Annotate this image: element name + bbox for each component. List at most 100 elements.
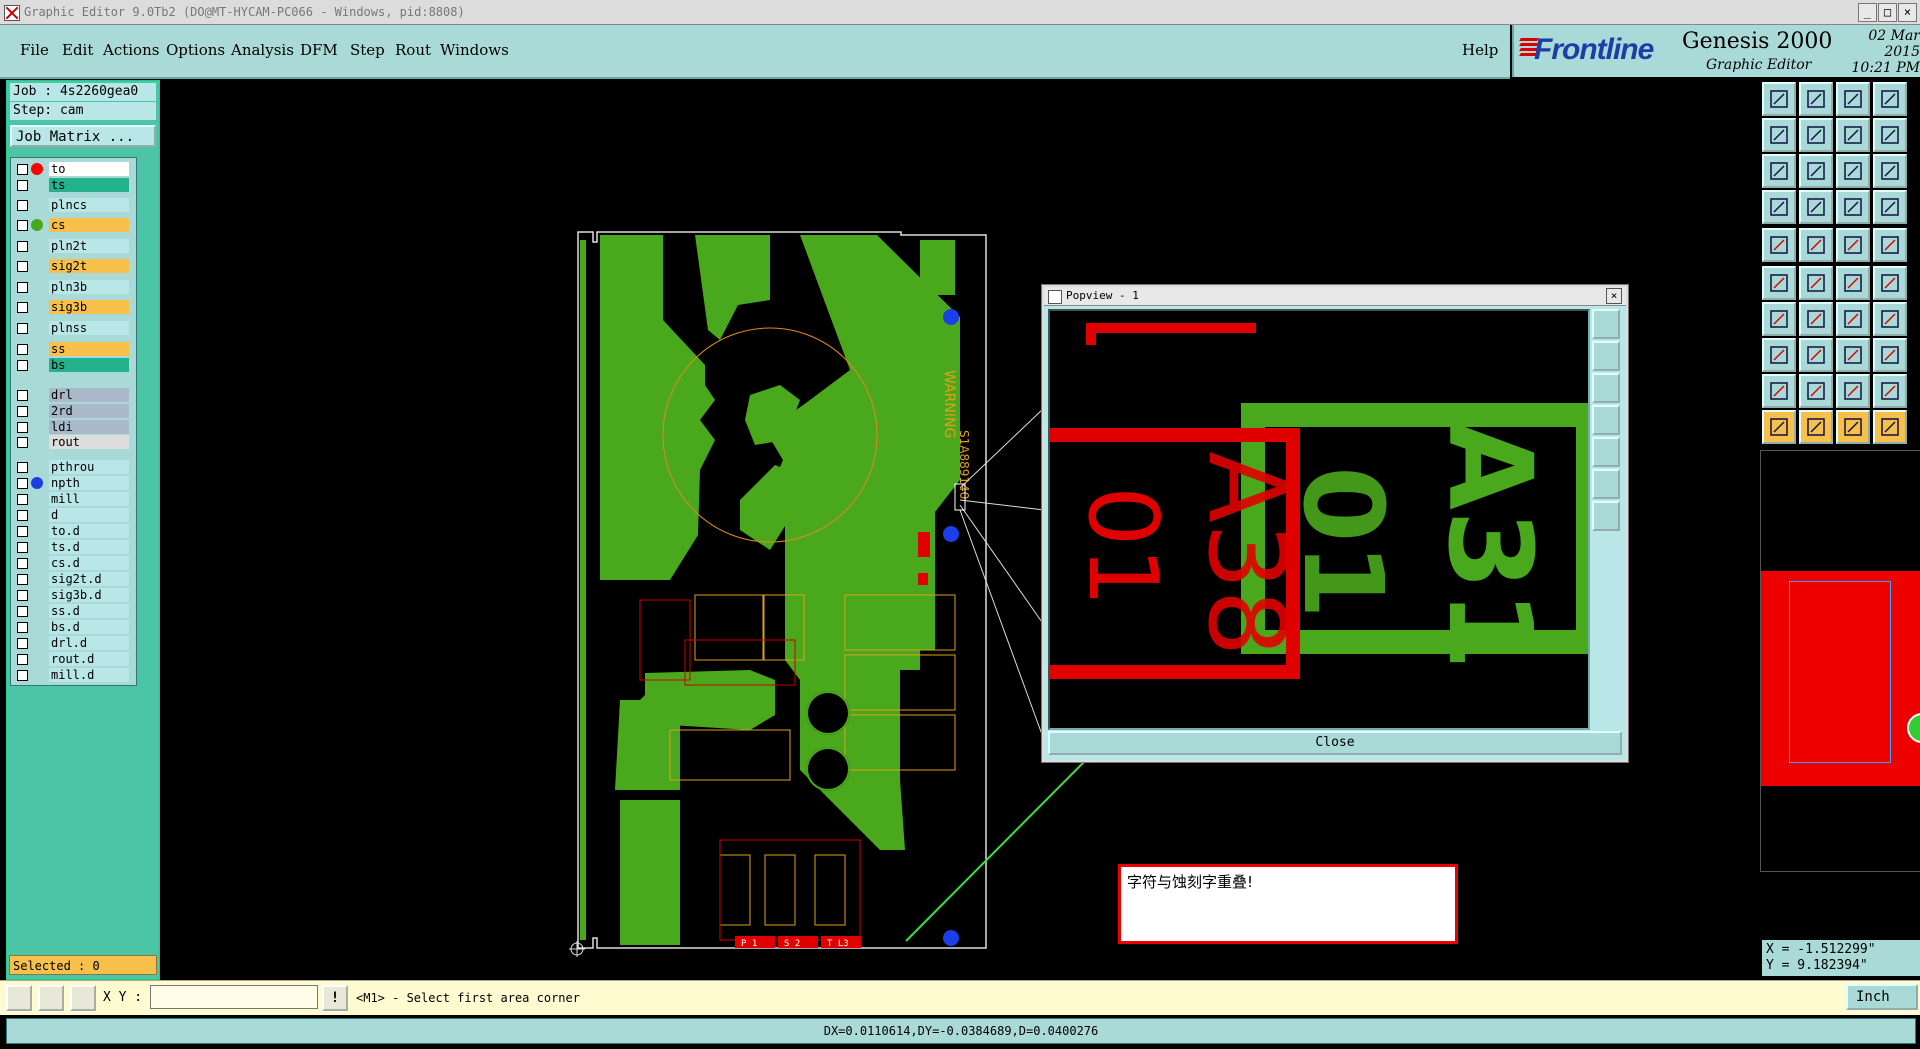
close-window-button[interactable]: × <box>1898 3 1917 22</box>
layer-checkbox[interactable] <box>17 164 28 175</box>
layer-checkbox[interactable] <box>17 558 28 569</box>
snap-button[interactable] <box>1799 190 1833 224</box>
layer-checkbox[interactable] <box>17 241 28 252</box>
maximize-button[interactable]: □ <box>1878 3 1897 22</box>
layer-checkbox[interactable] <box>17 622 28 633</box>
layer-checkbox[interactable] <box>17 478 28 489</box>
menu-analysis[interactable]: Analysis <box>231 41 294 59</box>
menu-step[interactable]: Step <box>350 41 385 59</box>
layer-checkbox[interactable] <box>17 606 28 617</box>
menu-dfm[interactable]: DFM <box>300 41 338 59</box>
xy-input[interactable] <box>150 985 318 1009</box>
layer-checkbox[interactable] <box>17 390 28 401</box>
tri-b-button[interactable] <box>1836 374 1870 408</box>
layer-checkbox[interactable] <box>17 510 28 521</box>
home-button[interactable] <box>1836 82 1870 116</box>
popview-close-icon[interactable]: × <box>1606 288 1622 304</box>
pan-button[interactable] <box>1836 118 1870 152</box>
tri-c-button[interactable] <box>1873 374 1907 408</box>
units-button[interactable]: Inch <box>1846 984 1918 1010</box>
group-button[interactable] <box>1873 338 1907 372</box>
center-button[interactable] <box>1799 154 1833 188</box>
menu-options[interactable]: Options <box>166 41 225 59</box>
layer-checkbox[interactable] <box>17 261 28 272</box>
cross-button[interactable] <box>1799 266 1833 300</box>
popview-canvas[interactable]: A31 01 A38 01 <box>1048 309 1590 730</box>
popview-close-button[interactable]: Close <box>1048 731 1622 755</box>
layer-checkbox[interactable] <box>17 422 28 433</box>
layer-checkbox[interactable] <box>17 574 28 585</box>
shape-button[interactable] <box>1762 338 1796 372</box>
layer-checkbox[interactable] <box>17 220 28 231</box>
minus-button[interactable] <box>1799 338 1833 372</box>
text-button[interactable] <box>1836 228 1870 262</box>
zoom-in-button[interactable] <box>1762 118 1796 152</box>
minimize-button[interactable]: _ <box>1858 3 1877 22</box>
tri-button[interactable] <box>1762 374 1796 408</box>
split-button[interactable] <box>1873 118 1907 152</box>
pad-button[interactable] <box>1762 228 1796 262</box>
span-button[interactable] <box>1836 338 1870 372</box>
tri-a-button[interactable] <box>1799 374 1833 408</box>
bracket-button[interactable] <box>1873 302 1907 336</box>
layer-checkbox[interactable] <box>17 590 28 601</box>
save-button[interactable] <box>1799 82 1833 116</box>
menu-edit[interactable]: Edit <box>62 41 93 59</box>
measure-button[interactable] <box>1762 190 1796 224</box>
popview-pan-left-button[interactable] <box>1592 405 1620 435</box>
tee-button[interactable] <box>1873 266 1907 300</box>
select-tool-button[interactable] <box>6 985 32 1011</box>
layer-checkbox[interactable] <box>17 526 28 537</box>
pointer-b-button[interactable] <box>1799 410 1833 444</box>
route-button[interactable] <box>1873 190 1907 224</box>
alert-icon[interactable]: ! <box>322 985 348 1011</box>
layer-checkbox[interactable] <box>17 542 28 553</box>
layer-checkbox[interactable] <box>17 344 28 355</box>
connect-button[interactable] <box>1836 266 1870 300</box>
layer-checkbox[interactable] <box>17 670 28 681</box>
popview-expand-button[interactable] <box>1592 469 1620 499</box>
layer-checkbox[interactable] <box>17 638 28 649</box>
popview-zoom-fit-button[interactable] <box>1592 309 1620 339</box>
popview-shrink-button[interactable] <box>1592 501 1620 531</box>
layer-checkbox[interactable] <box>17 302 28 313</box>
pointer-d-button[interactable] <box>1873 410 1907 444</box>
menu-actions[interactable]: Actions <box>103 41 159 59</box>
popview-zoom-in-button[interactable] <box>1592 341 1620 371</box>
overview-map[interactable] <box>1760 450 1920 872</box>
menu-file[interactable]: File <box>20 41 49 59</box>
menu-help[interactable]: Help <box>1462 41 1498 59</box>
layer-checkbox[interactable] <box>17 654 28 665</box>
circle-button[interactable] <box>1873 228 1907 262</box>
layer-checkbox[interactable] <box>17 437 28 448</box>
open-button[interactable] <box>1762 82 1796 116</box>
layer-checkbox[interactable] <box>17 360 28 371</box>
fit-button[interactable] <box>1762 154 1796 188</box>
layout-button[interactable] <box>1873 82 1907 116</box>
slash-button[interactable] <box>1799 302 1833 336</box>
layer-checkbox[interactable] <box>17 406 28 417</box>
layer-checkbox[interactable] <box>17 462 28 473</box>
layer-checkbox[interactable] <box>17 200 28 211</box>
grid-tool-button[interactable] <box>70 985 96 1011</box>
pointer-button[interactable] <box>1762 410 1796 444</box>
zoom-out-button[interactable] <box>1799 118 1833 152</box>
line-button[interactable] <box>1799 228 1833 262</box>
layer-checkbox[interactable] <box>17 180 28 191</box>
job-matrix-button[interactable]: Job Matrix ... <box>10 125 156 147</box>
menu-windows[interactable]: Windows <box>440 41 509 59</box>
layer-checkbox[interactable] <box>17 323 28 334</box>
pointer-c-button[interactable] <box>1836 410 1870 444</box>
layer-checkbox[interactable] <box>17 494 28 505</box>
net-button[interactable] <box>1836 190 1870 224</box>
menu-rout[interactable]: Rout <box>395 41 431 59</box>
move-button[interactable] <box>1762 266 1796 300</box>
popview-pan-right-button[interactable] <box>1592 437 1620 467</box>
layer-checkbox[interactable] <box>17 282 28 293</box>
angle-button[interactable] <box>1762 302 1796 336</box>
popview-zoom-out-button[interactable] <box>1592 373 1620 403</box>
help-button[interactable] <box>1873 154 1907 188</box>
ratio-button[interactable] <box>1836 154 1870 188</box>
arc-button[interactable] <box>1836 302 1870 336</box>
edit-tool-button[interactable] <box>38 985 64 1011</box>
